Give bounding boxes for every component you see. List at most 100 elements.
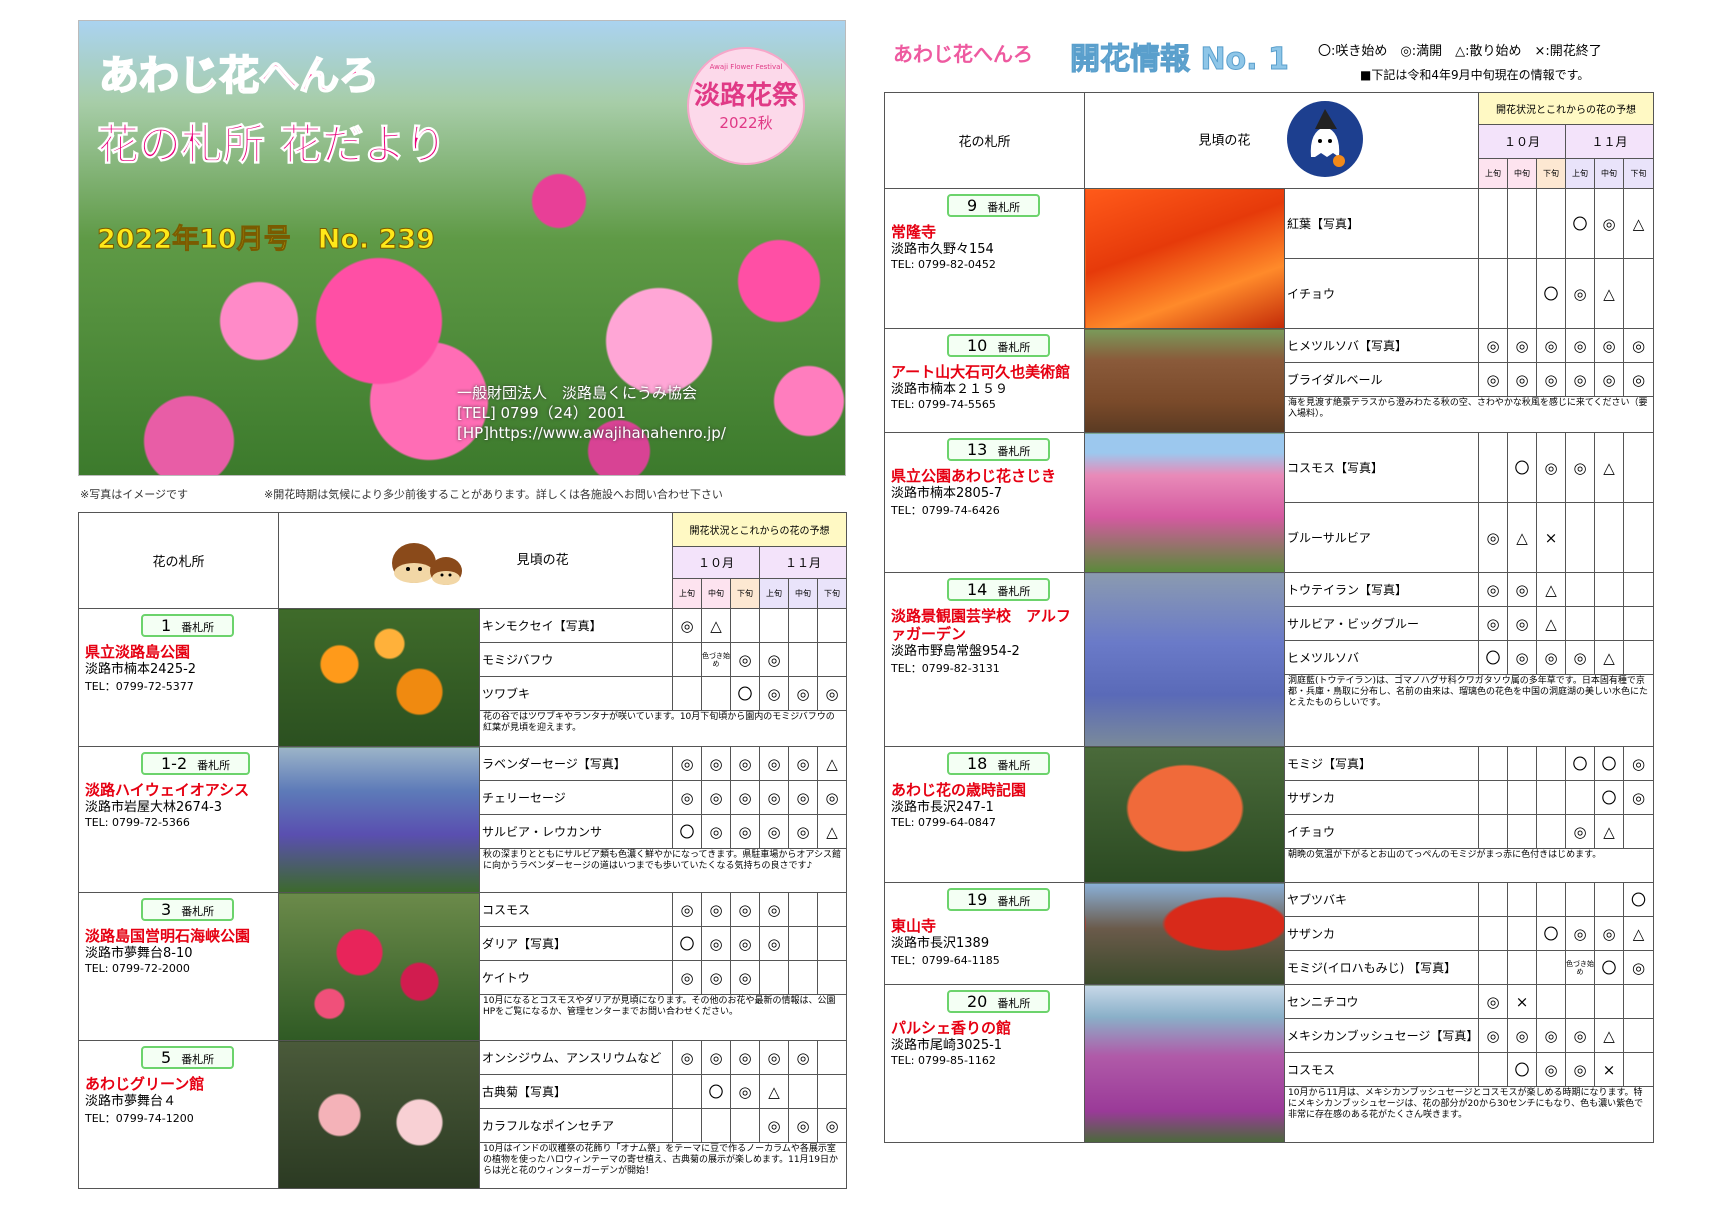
bloom-status <box>1594 502 1624 573</box>
venue-cell: 5 番札所 あわじグリーン館 淡路市夢舞台４ TEL：0799-74-1200 <box>78 1040 279 1189</box>
bloom-status <box>1478 950 1508 985</box>
bloom-status <box>788 960 818 995</box>
table-row: 9 番札所 常隆寺 淡路市久野々154 TEL: 0799-82-0452 紅葉【写真】〇… <box>884 188 1654 329</box>
bloom-status <box>672 1074 702 1109</box>
oct-header: １０月 <box>672 546 760 579</box>
bloom-status <box>1565 606 1595 641</box>
venue-name: あわじ花の歳時記園 <box>891 781 1027 799</box>
chestnut-icon <box>382 529 472 593</box>
bloom-status <box>817 926 847 961</box>
bloom-status: ◎ <box>1594 328 1624 363</box>
venue-name: あわじグリーン館 <box>85 1075 205 1093</box>
venue-cell: 1-2 番札所 淡路ハイウェイオアシス 淡路市岩屋大林2674-3 TEL: 0799-… <box>78 746 279 893</box>
venue-photo <box>1084 572 1285 747</box>
bloom-status: △ <box>1594 814 1624 849</box>
bloom-status <box>1536 950 1566 985</box>
table-row: 1 番札所 県立淡路島公園 淡路市楠本2425-2 TEL：0799-72-5377 キン… <box>78 608 847 747</box>
table-row: 14 番札所 淡路景観園芸学校 アルファガーデン 淡路市野島常盤954-2 TEL：07… <box>884 572 1654 747</box>
table-row: 5 番札所 あわじグリーン館 淡路市夢舞台４ TEL：0799-74-1200 オンシジウ… <box>78 1040 847 1189</box>
col-flower-header-r: 見頃の花 <box>1084 92 1479 189</box>
bloom-status <box>1507 780 1537 815</box>
bloom-status <box>1565 502 1595 573</box>
bloom-status: × <box>1594 1052 1624 1087</box>
legend: 〇:咲き始め ◎:満開 △:散り始め ×:開花終了 <box>1318 44 1602 59</box>
bloom-status: ◎ <box>1623 950 1654 985</box>
bloom-status <box>817 608 847 643</box>
venue-photo <box>1084 432 1285 573</box>
flower-name: 古典菊【写真】 <box>479 1074 673 1109</box>
flower-name: ヒメツルソバ【写真】 <box>1284 328 1479 363</box>
bloom-status: ◎ <box>730 1040 760 1075</box>
bloom-status: ◎ <box>701 814 731 849</box>
bloom-status: ◎ <box>730 892 760 927</box>
flower-name: センニチコウ <box>1284 984 1479 1019</box>
flower-name: オンシジウム、アンスリウムなど <box>479 1040 673 1075</box>
venue-address: 淡路市夢舞台４ <box>85 1094 177 1109</box>
bloom-status: ◎ <box>817 676 847 711</box>
bloom-status: ◎ <box>1565 432 1595 503</box>
bloom-status <box>1565 882 1595 917</box>
venue-address: 淡路市長沢247-1 <box>891 800 994 815</box>
site-comment: 花の谷ではツワブキやランタナが咲いています。10月下旬頃から園内のモミジバフウの… <box>479 710 847 747</box>
bloom-status: ◎ <box>1507 328 1537 363</box>
bloom-status: ◎ <box>788 780 818 815</box>
homepage-link[interactable]: [HP]https://www.awajihanahenro.jp/ <box>457 423 726 443</box>
flower-name: モミジ【写真】 <box>1284 746 1479 781</box>
bloom-status: ◎ <box>701 892 731 927</box>
bloom-status: 〇 <box>1594 950 1624 985</box>
flower-name: モミジ(イロハもみじ) 【写真】 <box>1284 950 1479 985</box>
venue-address: 淡路市長沢1389 <box>891 936 990 951</box>
bloom-status <box>788 608 818 643</box>
bloom-status <box>1507 882 1537 917</box>
bloom-status: ◎ <box>730 814 760 849</box>
bloom-status <box>1594 572 1624 607</box>
bloom-status: ◎ <box>759 892 789 927</box>
bloom-status <box>701 676 731 711</box>
bloom-status <box>817 960 847 995</box>
venue-cell: 3 番札所 淡路島国営明石海峡公園 淡路市夢舞台8-10 TEL: 0799-72-20… <box>78 892 279 1041</box>
venue-cell: 10 番札所 アート山大石可久也美術館 淡路市楠本２１５９ TEL: 0799-74-5… <box>884 328 1085 433</box>
bloom-status: ◎ <box>701 926 731 961</box>
bloom-status: ◎ <box>1536 432 1566 503</box>
venue-address: 淡路市夢舞台8-10 <box>85 946 193 961</box>
bloom-status: 〇 <box>730 676 760 711</box>
bloom-status: ◎ <box>1507 640 1537 675</box>
venue-tel: TEL：0799-82-3131 <box>891 662 1000 675</box>
bloom-status: 〇 <box>1623 882 1654 917</box>
bloom-status <box>1594 606 1624 641</box>
venue-address: 淡路市岩屋大林2674-3 <box>85 800 223 815</box>
bloom-status: ◎ <box>788 746 818 781</box>
bloom-status <box>788 926 818 961</box>
venue-cell: 19 番札所 東山寺 淡路市長沢1389 TEL：0799-64-1185 <box>884 882 1085 985</box>
bloom-status: ◎ <box>1565 1018 1595 1053</box>
bloom-status: △ <box>1623 916 1654 951</box>
bloom-status: ◎ <box>759 780 789 815</box>
bloom-status: 〇 <box>701 1074 731 1109</box>
bloom-status: ◎ <box>1623 362 1654 397</box>
bloom-status: ◎ <box>759 642 789 677</box>
table-row: 18 番札所 あわじ花の歳時記園 淡路市長沢247-1 TEL: 0799-64-084… <box>884 746 1654 883</box>
site-number: 13 番札所 <box>947 438 1051 461</box>
bloom-status: ◎ <box>701 1040 731 1075</box>
bloom-status <box>788 892 818 927</box>
bloom-status: ◎ <box>730 926 760 961</box>
bloom-status <box>1623 606 1654 641</box>
flower-name: サルビア・ビッグブルー <box>1284 606 1479 641</box>
bloom-status: ◎ <box>1623 780 1654 815</box>
bloom-status <box>1478 916 1508 951</box>
bloom-status <box>1536 746 1566 781</box>
halloween-ghost-icon <box>1285 99 1365 183</box>
bloom-status: ◎ <box>1478 606 1508 641</box>
venue-tel: TEL: 0799-72-2000 <box>85 962 190 975</box>
venue-photo <box>1084 882 1285 985</box>
bloom-status: ◎ <box>672 960 702 995</box>
flower-name: ブライダルベール <box>1284 362 1479 397</box>
bloom-status <box>701 1108 731 1143</box>
bloom-status <box>1478 780 1508 815</box>
bloom-status <box>1623 814 1654 849</box>
bloom-status: ◎ <box>730 642 760 677</box>
bloom-status: ◎ <box>1478 984 1508 1019</box>
bloom-status <box>817 1074 847 1109</box>
bloom-status <box>1623 1052 1654 1087</box>
cover-photo: あわじ花へんろ 花の札所 花だより 2022年10月号 No. 239 Awaj… <box>78 20 846 476</box>
